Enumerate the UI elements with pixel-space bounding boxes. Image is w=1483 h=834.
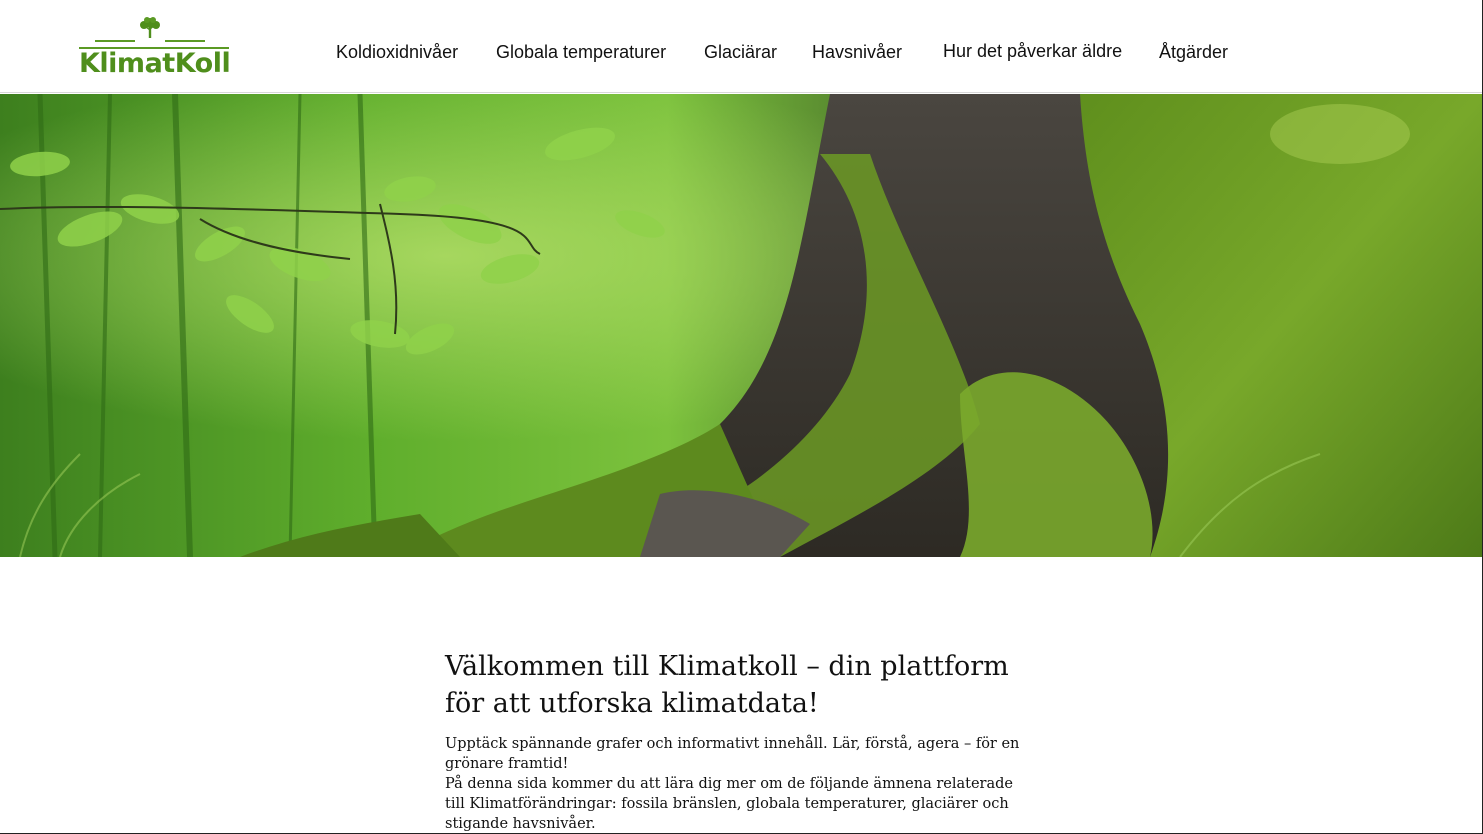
nav-item-hur-det-paverkar-aldre[interactable]: Hur det påverkar äldre bbox=[943, 39, 1122, 63]
hero-image bbox=[0, 94, 1482, 557]
page-title: Välkommen till Klimatkoll – din plattfor… bbox=[445, 651, 1009, 719]
nav-item-havsnivaer[interactable]: Havsnivåer bbox=[812, 40, 902, 64]
intro-paragraph: På denna sida kommer du att lära dig mer… bbox=[445, 776, 1013, 832]
logo-divider bbox=[165, 40, 205, 42]
hero-forest-picture bbox=[0, 94, 1482, 557]
tree-icon bbox=[140, 17, 160, 38]
nav-item-atgarder[interactable]: Åtgärder bbox=[1159, 40, 1228, 64]
logo-text: KlimatKoll bbox=[79, 48, 231, 79]
site-logo[interactable]: KlimatKoll bbox=[79, 16, 231, 80]
nav-item-koldioxidnivaer[interactable]: Koldioxidnivåer bbox=[336, 40, 458, 64]
nav-item-globala-temperaturer[interactable]: Globala temperaturer bbox=[496, 40, 666, 64]
intro-paragraph: Upptäck spännande grafer och informativt… bbox=[445, 736, 1020, 772]
intro-text: Upptäck spännande grafer och informativt… bbox=[445, 734, 1035, 833]
welcome-section: Välkommen till Klimatkoll – din plattfor… bbox=[445, 648, 1045, 833]
page: KlimatKoll Koldioxidnivåer Globala tempe… bbox=[0, 0, 1483, 834]
logo-divider bbox=[95, 40, 135, 42]
nav-item-glaciarar[interactable]: Glaciärar bbox=[704, 40, 777, 64]
site-header: KlimatKoll Koldioxidnivåer Globala tempe… bbox=[0, 0, 1482, 93]
